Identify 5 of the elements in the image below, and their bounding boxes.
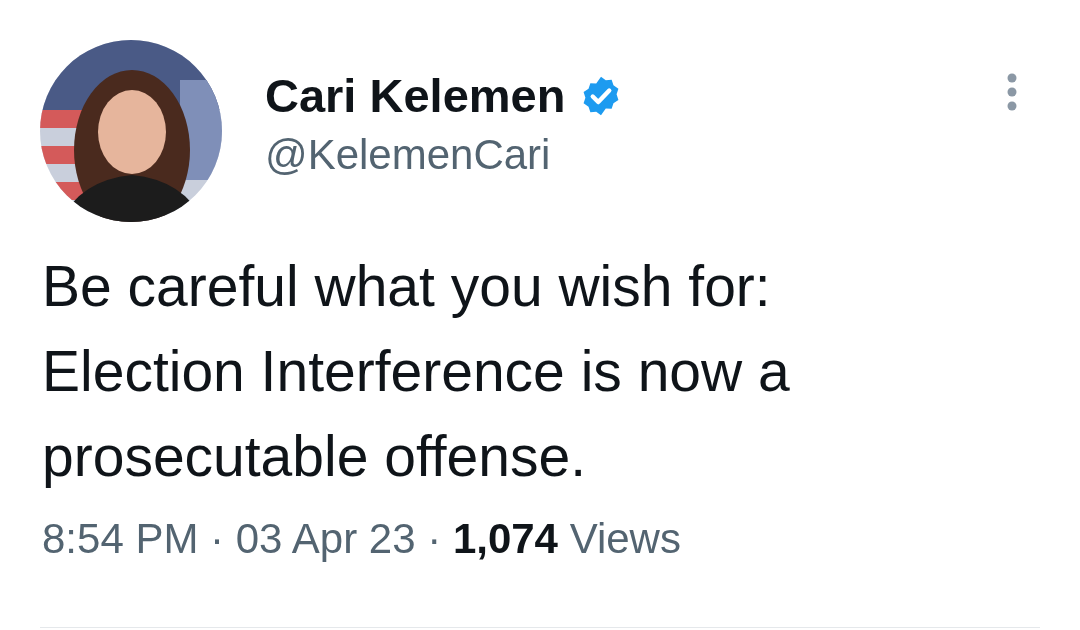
more-options-icon[interactable] <box>1006 72 1018 112</box>
author-name[interactable]: Cari Kelemen <box>265 68 566 124</box>
tweet-text: Be careful what you wish for: Election Interference is now a prosecutable offense. <box>42 253 791 490</box>
tweet-metadata: 8:54 PM · 03 Apr 23 · 1,074 Views <box>42 514 682 564</box>
author-handle[interactable]: @KelemenCari <box>265 128 551 182</box>
